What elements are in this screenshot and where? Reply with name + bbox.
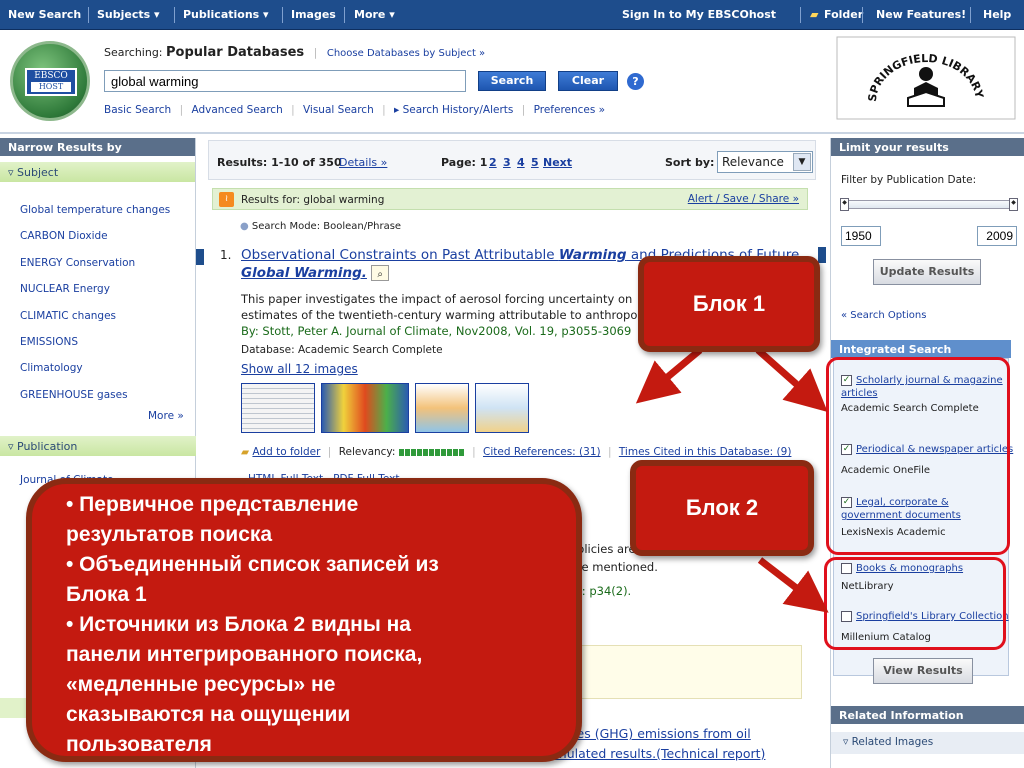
block1-callout: Блок 1 [638,256,820,352]
explanation-callout: • Первичное представление результатов по… [26,478,582,762]
block2-callout: Блок 2 [630,460,814,556]
